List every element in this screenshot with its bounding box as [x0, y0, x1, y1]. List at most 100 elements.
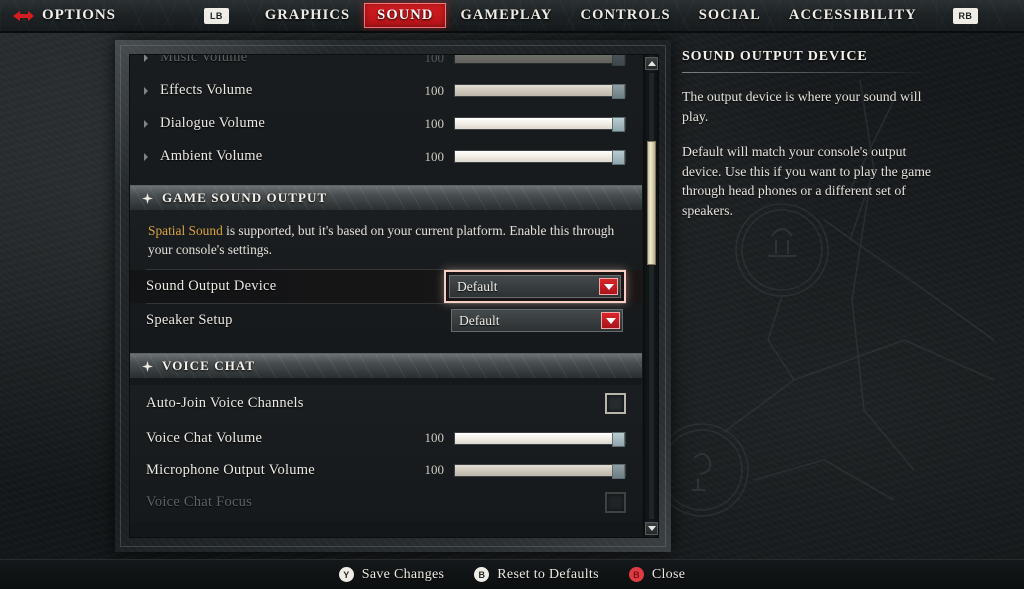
scroll-down-arrow-icon[interactable]: [645, 522, 658, 535]
tab-controls[interactable]: CONTROLS: [567, 3, 685, 28]
slider-value: 100: [424, 430, 445, 445]
slider-handle[interactable]: [612, 55, 625, 66]
close-label: Close: [651, 566, 686, 582]
chevron-down-icon[interactable]: [599, 278, 618, 295]
setting-label: Microphone Output Volume: [146, 461, 315, 478]
chevron-down-icon[interactable]: [601, 312, 620, 329]
setting-label: Sound Output Device: [146, 278, 277, 294]
slider-handle[interactable]: [612, 431, 625, 447]
tab-graphics[interactable]: GRAPHICS: [251, 3, 364, 28]
slider-fill: [455, 151, 625, 162]
setting-row-voice-chat-volume[interactable]: Voice Chat Volume 100: [130, 422, 642, 454]
setting-label: Voice Chat Focus: [146, 493, 253, 510]
setting-label: Speaker Setup: [146, 312, 233, 328]
setting-label: Ambient Volume: [160, 148, 263, 164]
tab-social[interactable]: SOCIAL: [685, 3, 775, 28]
diamond-icon: [142, 192, 153, 204]
setting-label: Music Volume: [160, 55, 248, 65]
section-header-voice-chat: VOICE CHAT: [130, 353, 642, 378]
slider-handle[interactable]: [612, 463, 625, 479]
checkbox-auto-join-voice-channels[interactable]: [605, 393, 626, 414]
slider-effects-volume[interactable]: [454, 84, 626, 99]
section-title: GAME SOUND OUTPUT: [162, 190, 328, 205]
row-marker-icon: [144, 55, 148, 62]
info-panel-title: SOUND OUTPUT DEVICE: [682, 49, 868, 64]
button-b-icon: B: [474, 567, 490, 582]
settings-panel-frame: Music Volume 100 Effects Volume 100 Dial…: [115, 40, 671, 552]
section-title: VOICE CHAT: [162, 358, 256, 373]
slider-ambient-volume[interactable]: [454, 150, 626, 165]
setting-row-speaker-setup[interactable]: Speaker Setup Default: [130, 304, 642, 337]
dropdown-value: Default: [457, 278, 498, 294]
setting-row-sound-output-device[interactable]: Sound Output Device Default: [130, 270, 642, 303]
row-marker-icon: [144, 119, 148, 128]
options-arrow-icon: [13, 10, 34, 21]
slider-fill: [455, 85, 625, 96]
row-marker-icon: [144, 86, 148, 95]
info-divider: [682, 72, 934, 73]
left-bumper-icon: LB: [203, 7, 229, 24]
diamond-icon: [142, 360, 153, 372]
button-b-red-icon: B: [628, 567, 644, 582]
dropdown-speaker-setup[interactable]: Default: [448, 306, 626, 335]
slider-music-volume[interactable]: [454, 55, 626, 66]
scroll-up-arrow-icon[interactable]: [645, 57, 658, 70]
info-paragraph-1: The output device is where your sound wi…: [682, 89, 922, 124]
slider-value: 100: [424, 115, 445, 131]
setting-row-music-volume[interactable]: Music Volume 100: [130, 55, 642, 74]
page-title: OPTIONS: [42, 7, 116, 23]
settings-list: Music Volume 100 Effects Volume 100 Dial…: [130, 55, 642, 522]
slider-fill: [455, 55, 625, 63]
section-body-game-sound-output: Spatial Sound is supported, but it's bas…: [130, 210, 642, 341]
spatial-sound-highlight: Spatial Sound: [148, 223, 223, 238]
scrollbar-track[interactable]: [648, 72, 655, 520]
dropdown-control[interactable]: Default: [451, 309, 623, 332]
setting-label: Effects Volume: [160, 82, 253, 98]
tab-gameplay[interactable]: GAMEPLAY: [446, 3, 566, 28]
slider-fill: [455, 464, 625, 476]
settings-panel: Music Volume 100 Effects Volume 100 Dial…: [129, 54, 659, 538]
setting-row-dialogue-volume[interactable]: Dialogue Volume 100: [130, 107, 642, 140]
slider-handle[interactable]: [612, 84, 625, 99]
slider-value: 100: [424, 148, 445, 164]
reset-to-defaults-button[interactable]: B Reset to Defaults: [474, 567, 599, 583]
reset-to-defaults-label: Reset to Defaults: [497, 566, 599, 582]
right-bumper-icon: RB: [952, 7, 978, 24]
save-changes-button[interactable]: Y Save Changes: [338, 566, 445, 583]
settings-scrollbar[interactable]: [643, 55, 658, 537]
section-body-voice-chat: Auto-Join Voice Channels Voice Chat Volu…: [130, 385, 642, 522]
row-marker-icon: [144, 152, 148, 161]
setting-row-auto-join-voice-channels[interactable]: Auto-Join Voice Channels: [130, 385, 642, 422]
setting-label: Voice Chat Volume: [146, 429, 263, 446]
scrollbar-thumb[interactable]: [647, 141, 656, 265]
tab-accessibility[interactable]: ACCESSIBILITY: [775, 3, 931, 28]
checkbox-voice-chat-focus[interactable]: [605, 491, 626, 513]
close-button[interactable]: B Close: [628, 566, 686, 583]
dropdown-sound-output-device[interactable]: Default: [444, 270, 626, 303]
slider-handle[interactable]: [612, 150, 625, 165]
options-top-bar: OPTIONS LB GRAPHICS SOUND GAMEPLAY CONTR…: [0, 0, 1024, 33]
section-header-game-sound-output: GAME SOUND OUTPUT: [130, 185, 642, 210]
info-panel: SOUND OUTPUT DEVICE The output device is…: [682, 49, 1012, 220]
save-changes-label: Save Changes: [361, 566, 445, 582]
setting-row-voice-chat-focus[interactable]: Voice Chat Focus: [130, 486, 642, 518]
setting-row-ambient-volume[interactable]: Ambient Volume 100: [130, 140, 642, 173]
slider-microphone-output-volume[interactable]: [454, 463, 626, 479]
button-y-icon: Y: [338, 567, 354, 582]
dropdown-value: Default: [459, 312, 500, 328]
tab-sound[interactable]: SOUND: [364, 3, 447, 28]
settings-scroll-area: Music Volume 100 Effects Volume 100 Dial…: [130, 55, 642, 537]
slider-value: 100: [424, 462, 445, 477]
tab-bar: LB GRAPHICS SOUND GAMEPLAY CONTROLS SOCI…: [203, 3, 978, 28]
dropdown-control[interactable]: Default: [449, 275, 621, 298]
slider-fill: [455, 118, 625, 129]
setting-row-effects-volume[interactable]: Effects Volume 100: [130, 74, 642, 107]
slider-handle[interactable]: [612, 117, 625, 132]
footer-action-bar: Y Save Changes B Reset to Defaults B Clo…: [0, 559, 1024, 589]
slider-value: 100: [424, 55, 445, 65]
setting-row-microphone-output-volume[interactable]: Microphone Output Volume 100: [130, 454, 642, 486]
slider-dialogue-volume[interactable]: [454, 117, 626, 132]
setting-label: Auto-Join Voice Channels: [146, 395, 304, 411]
slider-value: 100: [424, 82, 445, 98]
slider-voice-chat-volume[interactable]: [454, 431, 626, 447]
